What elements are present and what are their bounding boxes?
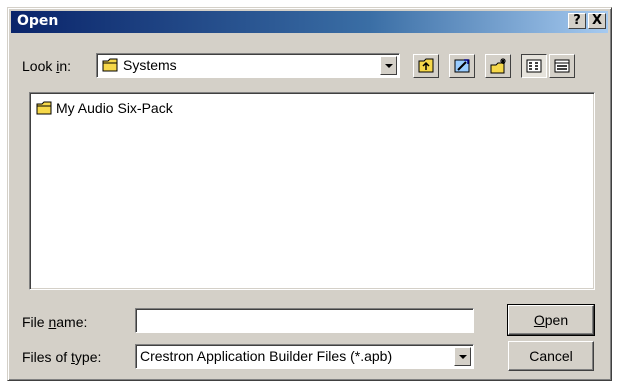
look-in-label: Look in: [22, 58, 72, 74]
up-one-level-icon [418, 58, 434, 73]
folder-icon [102, 58, 118, 72]
look-in-dropdown-arrow[interactable] [380, 56, 397, 75]
list-view-button[interactable] [521, 54, 547, 78]
files-of-type-dropdown-arrow[interactable] [454, 347, 471, 366]
title-bar[interactable]: Open ? X [11, 11, 608, 33]
list-view-icon [526, 59, 542, 73]
file-name-label: File name: [22, 314, 88, 330]
cancel-button[interactable]: Cancel [508, 341, 594, 371]
window-title: Open [17, 13, 59, 29]
folder-icon [36, 101, 52, 115]
file-item-label: My Audio Six-Pack [56, 100, 173, 116]
files-of-type-label: Files of type: [22, 349, 102, 365]
open-dialog: Open ? X Look in: Systems My Audio Six-P… [7, 7, 612, 381]
look-in-dropdown[interactable]: Systems [96, 53, 400, 78]
desktop-button[interactable] [449, 54, 475, 78]
files-of-type-dropdown[interactable]: Crestron Application Builder Files (*.ap… [135, 344, 474, 369]
up-one-level-button[interactable] [413, 54, 439, 78]
new-folder-icon [490, 58, 506, 74]
look-in-value: Systems [123, 57, 177, 73]
files-of-type-value: Crestron Application Builder Files (*.ap… [140, 348, 393, 364]
file-list[interactable]: My Audio Six-Pack [29, 92, 595, 290]
desktop-icon [454, 59, 470, 73]
file-name-input[interactable] [135, 308, 474, 333]
new-folder-button[interactable] [485, 54, 511, 78]
details-view-button[interactable] [549, 54, 575, 78]
help-button[interactable]: ? [568, 13, 586, 29]
open-button[interactable]: Open [507, 304, 595, 336]
details-view-icon [554, 59, 570, 73]
close-button[interactable]: X [588, 13, 606, 29]
